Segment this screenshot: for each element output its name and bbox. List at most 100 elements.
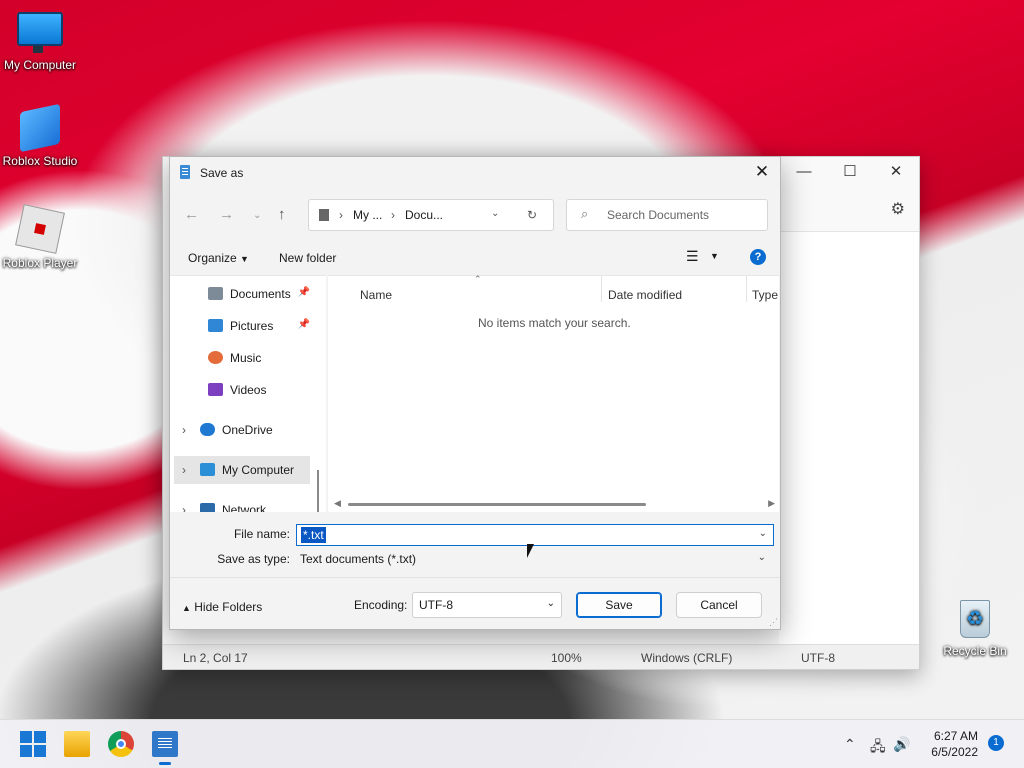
file-name-input[interactable]: *.txt ⌄	[296, 524, 774, 546]
desktop-icon-my-computer[interactable]: My Computer	[0, 12, 80, 72]
clock-date: 6/5/2022	[931, 745, 978, 759]
chevron-down-icon[interactable]: ⌄	[758, 552, 766, 563]
scrollbar-thumb[interactable]	[348, 503, 646, 506]
search-box[interactable]: ⌕ Search Documents	[566, 199, 768, 231]
chevron-right-icon: ›	[391, 208, 395, 222]
nav-item-videos[interactable]: Videos	[170, 376, 312, 404]
window-controls: — ☐ ✕	[781, 157, 919, 187]
desktop-icon-label: Roblox Studio	[2, 154, 78, 168]
mouse-cursor-icon	[527, 544, 534, 558]
file-explorer-icon[interactable]	[64, 731, 90, 757]
file-name-value: *.txt	[301, 527, 326, 543]
save-as-type-select[interactable]: Text documents (*.txt) ⌄	[296, 549, 772, 569]
chevron-right-icon[interactable]: ›	[182, 503, 186, 512]
encoding-select[interactable]: UTF-8 ⌄	[412, 592, 562, 618]
view-options-icon[interactable]: ☰	[686, 248, 699, 265]
up-arrow-icon[interactable]: ↑	[278, 206, 286, 223]
music-icon	[208, 351, 223, 364]
dialog-titlebar: Save as ✕	[170, 157, 780, 187]
breadcrumb-segment[interactable]: My ...	[353, 208, 382, 222]
chevron-right-icon[interactable]: ›	[182, 463, 186, 477]
chevron-down-icon[interactable]: ⌄	[491, 208, 499, 219]
save-button[interactable]: Save	[576, 592, 662, 618]
pictures-icon	[208, 319, 223, 332]
nav-item-onedrive[interactable]: › OneDrive	[170, 416, 312, 444]
horizontal-scrollbar[interactable]: ◀ ▶	[328, 496, 779, 512]
nav-item-music[interactable]: Music	[170, 344, 312, 372]
resize-grip-icon[interactable]: ⋰	[769, 617, 778, 628]
column-header-type[interactable]: Type	[752, 288, 778, 302]
nav-item-label: Pictures	[230, 319, 274, 333]
close-button[interactable]: ✕	[750, 161, 774, 183]
pin-icon: 📌	[297, 287, 310, 298]
desktop-icon-label: Roblox Player	[2, 256, 78, 270]
taskbar: ⌃ 🖧 🔊 6:27 AM 6/5/2022 1	[0, 719, 1024, 768]
column-header-date-modified[interactable]: Date modified	[608, 288, 682, 302]
column-header-name[interactable]: Name	[360, 288, 392, 302]
nav-item-pictures[interactable]: Pictures 📌	[170, 312, 312, 340]
command-bar: Organize ▼ New folder ☰ ▼ ?	[170, 243, 780, 273]
navigation-pane: Documents 📌 Pictures 📌 Music Videos › On…	[170, 275, 326, 512]
monitor-icon	[200, 463, 215, 476]
chevron-up-icon[interactable]: ⌃	[844, 736, 856, 753]
text-editor-area[interactable]	[779, 231, 919, 645]
maximize-icon[interactable]: ☐	[827, 157, 873, 187]
save-as-dialog: Save as ✕ ← → ⌄ ↑ › My ... › Docu... ⌄ ↻…	[169, 156, 781, 630]
recent-locations-icon[interactable]: ⌄	[253, 210, 261, 221]
gear-icon[interactable]: ⚙	[891, 199, 905, 219]
start-button[interactable]	[20, 731, 46, 757]
chevron-right-icon[interactable]: ›	[182, 423, 186, 437]
new-folder-button[interactable]: New folder	[279, 251, 336, 265]
network-icon	[200, 503, 215, 512]
chevron-down-icon[interactable]: ⌄	[759, 528, 767, 539]
network-icon[interactable]: 🖧	[870, 736, 886, 760]
notification-badge[interactable]: 1	[988, 735, 1004, 751]
nav-item-documents[interactable]: Documents 📌	[170, 280, 312, 308]
hide-folders-button[interactable]: ▲ Hide Folders	[182, 600, 262, 614]
scroll-right-icon[interactable]: ▶	[768, 498, 775, 509]
recycle-bin-icon: ♻	[960, 600, 990, 638]
nav-item-network[interactable]: › Network	[170, 496, 312, 512]
desktop-icon-recycle-bin[interactable]: ♻ Recycle Bin	[935, 600, 1015, 658]
clock[interactable]: 6:27 AM 6/5/2022	[931, 728, 978, 760]
nav-item-label: My Computer	[222, 463, 295, 477]
help-icon[interactable]: ?	[750, 249, 766, 265]
nav-item-my-computer[interactable]: › My Computer	[174, 456, 310, 484]
column-divider[interactable]	[601, 276, 602, 302]
dialog-title: Save as	[200, 166, 244, 180]
save-as-type-value: Text documents (*.txt)	[300, 552, 417, 566]
nav-item-label: Music	[230, 351, 262, 365]
notepad-taskbar-icon[interactable]	[152, 731, 178, 765]
empty-message: No items match your search.	[478, 316, 631, 330]
minimize-icon[interactable]: —	[781, 157, 827, 187]
chevron-down-icon: ⌄	[546, 598, 555, 609]
desktop-icon-roblox-player[interactable]: Roblox Player	[0, 204, 80, 270]
refresh-icon[interactable]: ↻	[527, 208, 537, 222]
navigation-row: ← → ⌄ ↑ › My ... › Docu... ⌄ ↻ ⌕ Search …	[170, 199, 780, 231]
search-icon: ⌕	[581, 206, 589, 221]
monitor-icon	[17, 12, 63, 53]
encoding-value: UTF-8	[419, 598, 453, 612]
file-list-pane: ⌃ Name Date modified Type No items match…	[328, 274, 779, 512]
desktop-icon-roblox-studio[interactable]: Roblox Studio	[0, 103, 80, 168]
organize-button[interactable]: Organize ▼	[188, 251, 249, 265]
windows-logo-icon	[20, 745, 32, 757]
chevron-down-icon[interactable]: ▼	[710, 251, 719, 261]
clock-time: 6:27 AM	[933, 729, 978, 743]
vertical-scrollbar[interactable]	[317, 470, 319, 512]
breadcrumb-segment[interactable]: Docu...	[405, 208, 443, 222]
forward-arrow-icon[interactable]: →	[219, 206, 234, 223]
pin-icon: 📌	[297, 319, 310, 330]
chrome-icon[interactable]	[108, 731, 134, 757]
windows-logo-icon	[20, 731, 32, 743]
chevron-up-icon: ▲	[182, 603, 191, 613]
zoom-level: 100%	[551, 651, 582, 665]
volume-icon[interactable]: 🔊	[893, 736, 910, 753]
nav-item-label: Videos	[230, 383, 267, 397]
scroll-left-icon[interactable]: ◀	[334, 498, 341, 509]
address-bar[interactable]: › My ... › Docu... ⌄ ↻	[308, 199, 554, 231]
back-arrow-icon[interactable]: ←	[184, 206, 199, 223]
cancel-button[interactable]: Cancel	[676, 592, 762, 618]
column-divider[interactable]	[746, 276, 747, 302]
close-icon[interactable]: ✕	[873, 157, 919, 187]
